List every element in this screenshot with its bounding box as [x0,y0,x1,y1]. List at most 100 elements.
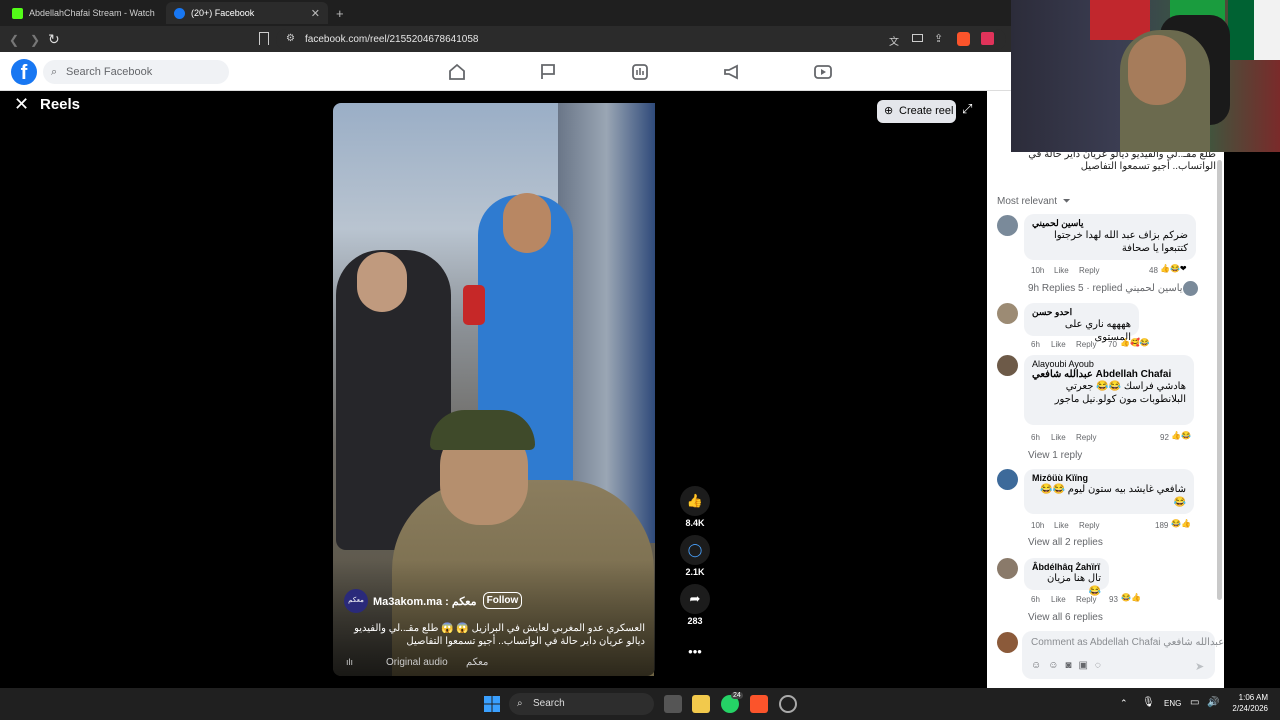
brave-rewards-icon[interactable] [981,32,994,45]
close-reels-icon[interactable]: ✕ [14,94,29,115]
video-person-blue-head [503,193,551,253]
reaction-icons: 👍😂 [1171,431,1191,440]
video-icon[interactable] [813,62,833,82]
reaction-icons: 👍🥰😂 [1120,338,1150,347]
reaction-count[interactable]: 189 [1155,521,1168,530]
comment-author[interactable]: احدو حسن [1032,307,1131,318]
back-icon[interactable]: ❮ [9,33,19,47]
comment-icon[interactable]: ◯ [680,535,710,565]
reply-link[interactable]: Reply [1076,595,1096,604]
avatar[interactable] [997,469,1018,490]
share-icon[interactable]: ⇪ [934,32,943,45]
comments-scrollbar[interactable] [1217,160,1222,600]
brave-shield-icon[interactable] [957,32,970,46]
avatar[interactable] [997,215,1018,236]
close-tab-icon[interactable]: ✕ [311,7,320,20]
tab-stream[interactable]: AbdellahChafai Stream - Watch Live [4,2,166,24]
view-replies-link[interactable]: View all 2 replies [1028,537,1103,548]
comment-tool-icons[interactable]: ☺☺◙▣◌ [1031,660,1108,671]
my-avatar [997,632,1018,653]
like-count: 8.4K [685,518,705,528]
like-link[interactable]: Like [1054,521,1069,530]
taskbar-search[interactable]: ⌕ Search [509,693,654,715]
file-explorer-icon[interactable] [692,695,710,713]
new-tab-button[interactable]: + [336,6,344,21]
fullscreen-icon[interactable]: ⤢ [962,101,972,117]
original-audio[interactable]: Original audio [386,657,448,668]
network-icon[interactable]: ▭ [1190,697,1199,708]
comment-author[interactable]: Alayoubi Ayoub [1032,359,1186,369]
share-arrow-icon[interactable]: ➦ [680,584,710,614]
megaphone-icon[interactable] [722,62,742,82]
reaction-count[interactable]: 70 [1108,340,1117,349]
reel-caption: العسكري عدو المغربي لعايش في البرازيل 😱 … [354,623,645,647]
comment-count: 2.1K [685,567,705,577]
marketplace-icon[interactable] [630,62,650,82]
replies-summary[interactable]: 9h Replies 5 · replied ياسين لحميني [1028,283,1183,294]
sort-dropdown[interactable]: Most relevant ⏷ [997,196,1071,207]
search-icon: ⌕ [517,698,523,709]
like-icon[interactable]: 👍 [680,486,710,516]
flag-icon[interactable] [538,62,558,82]
view-replies-link[interactable]: View all 6 replies [1028,612,1103,623]
tray-chevron-icon[interactable]: ⌃ [1120,698,1128,709]
comment-mention[interactable]: عبدالله شافعي Abdellah Chafai [1032,369,1186,380]
comment-time: 10h [1031,266,1045,275]
like-link[interactable]: Like [1051,340,1066,349]
clock-date: 2/24/2026 [1232,704,1268,713]
comment-author[interactable]: ياسين لحميني [1032,218,1188,229]
avatar[interactable] [997,558,1018,579]
kick-icon [12,7,23,19]
task-view-icon[interactable] [664,695,682,713]
video-person-dark-head [357,252,407,312]
cast-icon[interactable] [912,34,923,42]
reaction-count[interactable]: 93 [1109,595,1118,604]
tab-facebook[interactable]: (20+) Facebook ✕ [166,2,328,24]
avatar[interactable] [997,355,1018,376]
send-icon[interactable]: ➤ [1195,660,1204,673]
bookmark-icon[interactable] [259,32,269,45]
like-link[interactable]: Like [1051,433,1066,442]
page-avatar[interactable]: معكم [344,589,368,613]
comment-author[interactable]: Âbdélhâq Żahïrï [1032,562,1101,572]
reaction-count[interactable]: 92 [1160,433,1169,442]
like-link[interactable]: Like [1051,595,1066,604]
reply-link[interactable]: Reply [1079,266,1099,275]
view-replies-link[interactable]: View 1 reply [1028,450,1082,461]
system-clock[interactable]: 1:06 AM 2/24/2026 [1226,692,1268,714]
volume-icon[interactable]: 🔊 [1207,697,1219,708]
windows-start-icon[interactable] [484,696,500,712]
reaction-icons: 👍😂❤ [1160,264,1187,273]
reply-link[interactable]: Reply [1079,521,1099,530]
video-soldier-beret [430,410,535,450]
comment-time: 10h [1031,521,1045,530]
reload-icon[interactable]: ↻ [48,31,60,48]
notification-badge: 24 [731,692,743,699]
microphone-icon[interactable]: 🎙 [1142,697,1155,708]
language-indicator[interactable]: ENG [1164,699,1181,708]
translate-icon[interactable]: 文 [889,33,899,48]
comment-author[interactable]: Mizôüù Kïïng [1032,473,1186,483]
reaction-count[interactable]: 48 [1149,266,1158,275]
reply-link[interactable]: Reply [1076,340,1096,349]
url-text[interactable]: facebook.com/reel/2155204678641058 [305,34,478,45]
avatar[interactable] [997,303,1018,324]
more-options-icon[interactable]: ••• [680,637,710,667]
like-link[interactable]: Like [1054,266,1069,275]
page-name[interactable]: Ma3akom.ma : معكم [373,595,476,608]
facebook-logo[interactable]: f [11,59,37,85]
create-reel-button[interactable]: ⊕ Create reel [877,100,956,123]
home-icon[interactable] [447,62,467,82]
reply-link[interactable]: Reply [1076,433,1096,442]
follow-button[interactable]: Follow [483,592,522,609]
forward-icon[interactable]: ❯ [30,33,40,47]
audio-wave-icon: ılı [346,657,354,667]
brave-browser-icon[interactable] [750,695,768,713]
search-input[interactable]: ⌕ Search Facebook [43,60,229,84]
comment-bubble: Mizôüù Kïïng شافعي غايشد بيه ستون ليوم 😂… [1024,469,1194,514]
site-info-icon[interactable]: ⚙ [286,33,295,44]
app-icon[interactable] [779,695,797,713]
share-count: 283 [687,616,703,626]
video-microphone [463,285,485,325]
search-placeholder: Search Facebook [66,66,153,78]
